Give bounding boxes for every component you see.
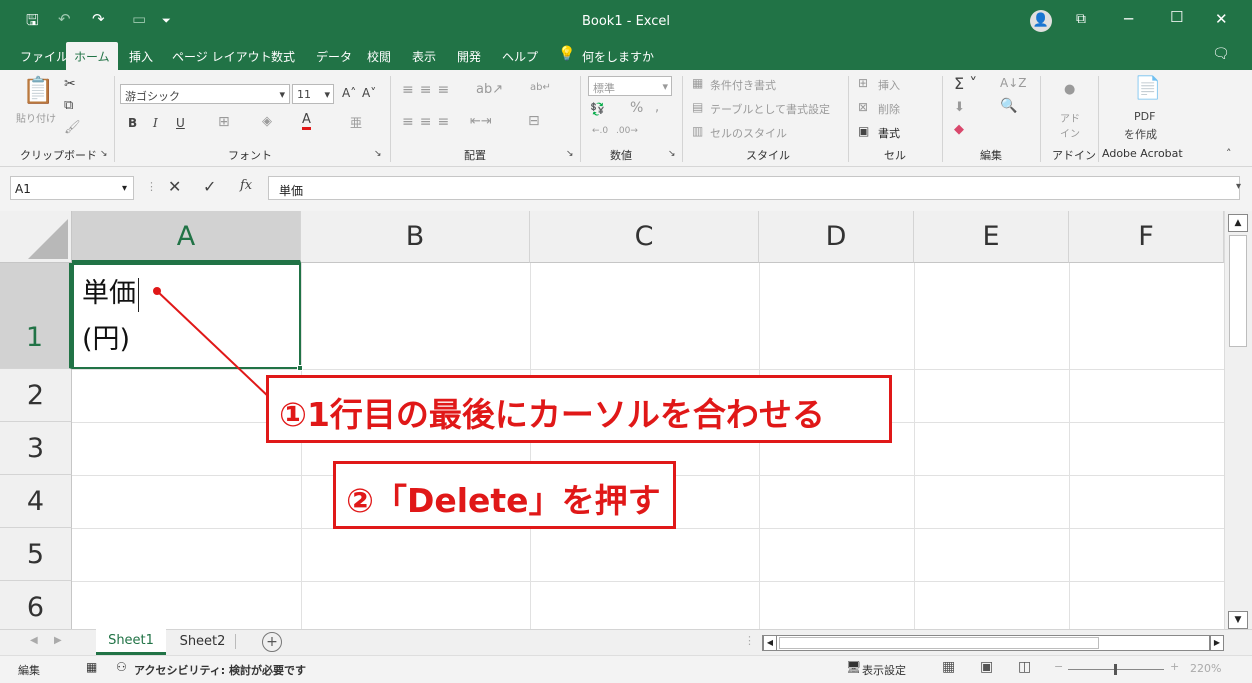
annotation-step2: ②「Delete」を押す [333, 461, 676, 529]
horizontal-scroll-thumb[interactable] [779, 637, 1099, 649]
zoom-level[interactable]: 220% [1190, 662, 1221, 675]
next-sheet-icon[interactable]: ▶ [54, 635, 62, 646]
prev-sheet-icon[interactable]: ◀ [30, 635, 38, 646]
sheet-tab-bar: ◀ ▶ Sheet1 Sheet2 + ⋮ ◀ ▶ [0, 629, 1252, 655]
splitter-handle-icon[interactable]: ⋮ [744, 634, 755, 647]
page-layout-view-icon[interactable]: ▣ [980, 659, 993, 675]
scroll-up-icon[interactable]: ▲ [1228, 214, 1248, 232]
scroll-left-icon[interactable]: ◀ [763, 635, 777, 651]
accessibility-status[interactable]: アクセシビリティ: 検討が必要です [134, 662, 306, 678]
macro-record-icon[interactable]: ▦ [86, 660, 97, 674]
zoom-out-icon[interactable]: − [1054, 660, 1063, 673]
zoom-in-icon[interactable]: + [1170, 660, 1179, 673]
vertical-scrollbar[interactable]: ▲ ▼ [1224, 211, 1252, 629]
horizontal-scrollbar[interactable]: ◀ [762, 635, 1210, 651]
normal-view-icon[interactable]: ▦ [942, 659, 955, 675]
page-break-view-icon[interactable]: ◫ [1018, 659, 1031, 675]
display-settings-icon: 🖥 [846, 660, 862, 674]
status-bar: 編集 ▦ ⚇ アクセシビリティ: 検討が必要です 🖥 表示設定 ▦ ▣ ◫ − … [0, 655, 1252, 683]
scroll-right-icon[interactable]: ▶ [1210, 635, 1224, 651]
annotation-arrow [153, 287, 271, 399]
display-settings-button[interactable]: 表示設定 [862, 662, 906, 678]
mode-indicator: 編集 [18, 664, 40, 677]
accessibility-icon: ⚇ [116, 660, 127, 674]
scroll-thumb[interactable] [1229, 235, 1247, 347]
sheet-tab-sheet1[interactable]: Sheet1 [96, 629, 166, 655]
add-sheet-icon[interactable]: + [262, 632, 282, 652]
scroll-down-icon[interactable]: ▼ [1228, 611, 1248, 629]
annotation-step1: ①1行目の最後にカーソルを合わせる [266, 375, 892, 443]
sheet-tab-sheet2[interactable]: Sheet2 [170, 634, 236, 649]
zoom-slider-thumb[interactable] [1114, 664, 1117, 675]
